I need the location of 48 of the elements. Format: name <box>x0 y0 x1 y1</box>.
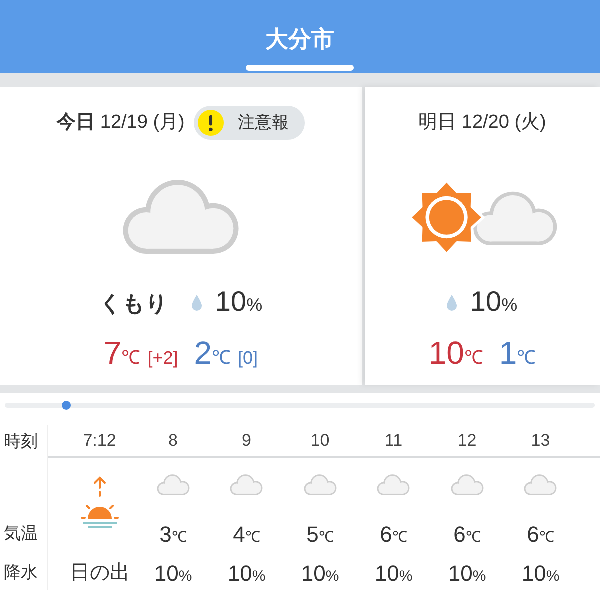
low-temperature: 1℃ <box>499 334 536 373</box>
hour-label: 12 <box>458 430 477 452</box>
hour-precipitation: 10% <box>228 560 266 588</box>
hour-precipitation: 10% <box>301 560 340 588</box>
badge-label: 注意報 <box>238 112 289 134</box>
date-label: 今日 12/19 (月) <box>57 110 185 135</box>
hour-label: 10 <box>310 430 330 452</box>
row-label: 時刻 <box>4 430 38 453</box>
hour-temperature: 3℃ <box>160 520 187 548</box>
cloud-icon <box>377 474 410 496</box>
row-label: 降水 <box>4 562 38 584</box>
cloud-icon <box>230 474 264 496</box>
sunrise-icon <box>80 475 120 531</box>
low-temperature-difference: [0] <box>238 347 258 370</box>
cloud-icon <box>450 474 484 496</box>
city-tab[interactable]: 大分市 <box>258 24 342 54</box>
hour-label: 11 <box>384 430 403 452</box>
high-temperature: 7℃ <box>104 334 141 373</box>
hour-label: 8 <box>168 430 178 452</box>
precipitation-text: 10% <box>470 284 518 318</box>
cloud-icon <box>122 179 240 255</box>
high-temperature-difference: [+2] <box>148 347 178 370</box>
hour-temperature: 6℃ <box>527 520 554 548</box>
high-temperature: 10℃ <box>428 334 484 373</box>
hour-temperature: 6℃ <box>380 520 408 548</box>
cloud-icon <box>156 474 190 496</box>
scrollbar-thumb <box>62 401 71 410</box>
exclamation-icon <box>198 110 224 136</box>
cloud-icon <box>304 474 337 496</box>
hour-temperature: 6℃ <box>454 520 481 548</box>
low-temperature: 2℃ <box>194 334 232 373</box>
hour-precipitation: 10% <box>374 560 413 588</box>
hour-label: 9 <box>242 430 252 452</box>
hour-precipitation: 10% <box>448 560 486 588</box>
hour-precipitation: 10% <box>154 560 192 588</box>
condition-label: くもり <box>99 290 168 318</box>
hour-label: 13 <box>531 430 550 452</box>
hour-label: 7:12 <box>83 430 116 452</box>
cloud-icon <box>524 474 558 496</box>
raindrop-icon <box>447 295 458 311</box>
row-label: 気温 <box>4 523 38 546</box>
sunrise-label: 日の出 <box>70 561 130 586</box>
precipitation-text: 10% <box>215 284 263 318</box>
hour-temperature: 5℃ <box>306 520 334 548</box>
date-label: 明日 12/20 (火) <box>418 110 546 135</box>
hour-precipitation: 10% <box>522 560 560 588</box>
hour-temperature: 4℃ <box>233 520 260 548</box>
raindrop-icon <box>192 295 202 311</box>
